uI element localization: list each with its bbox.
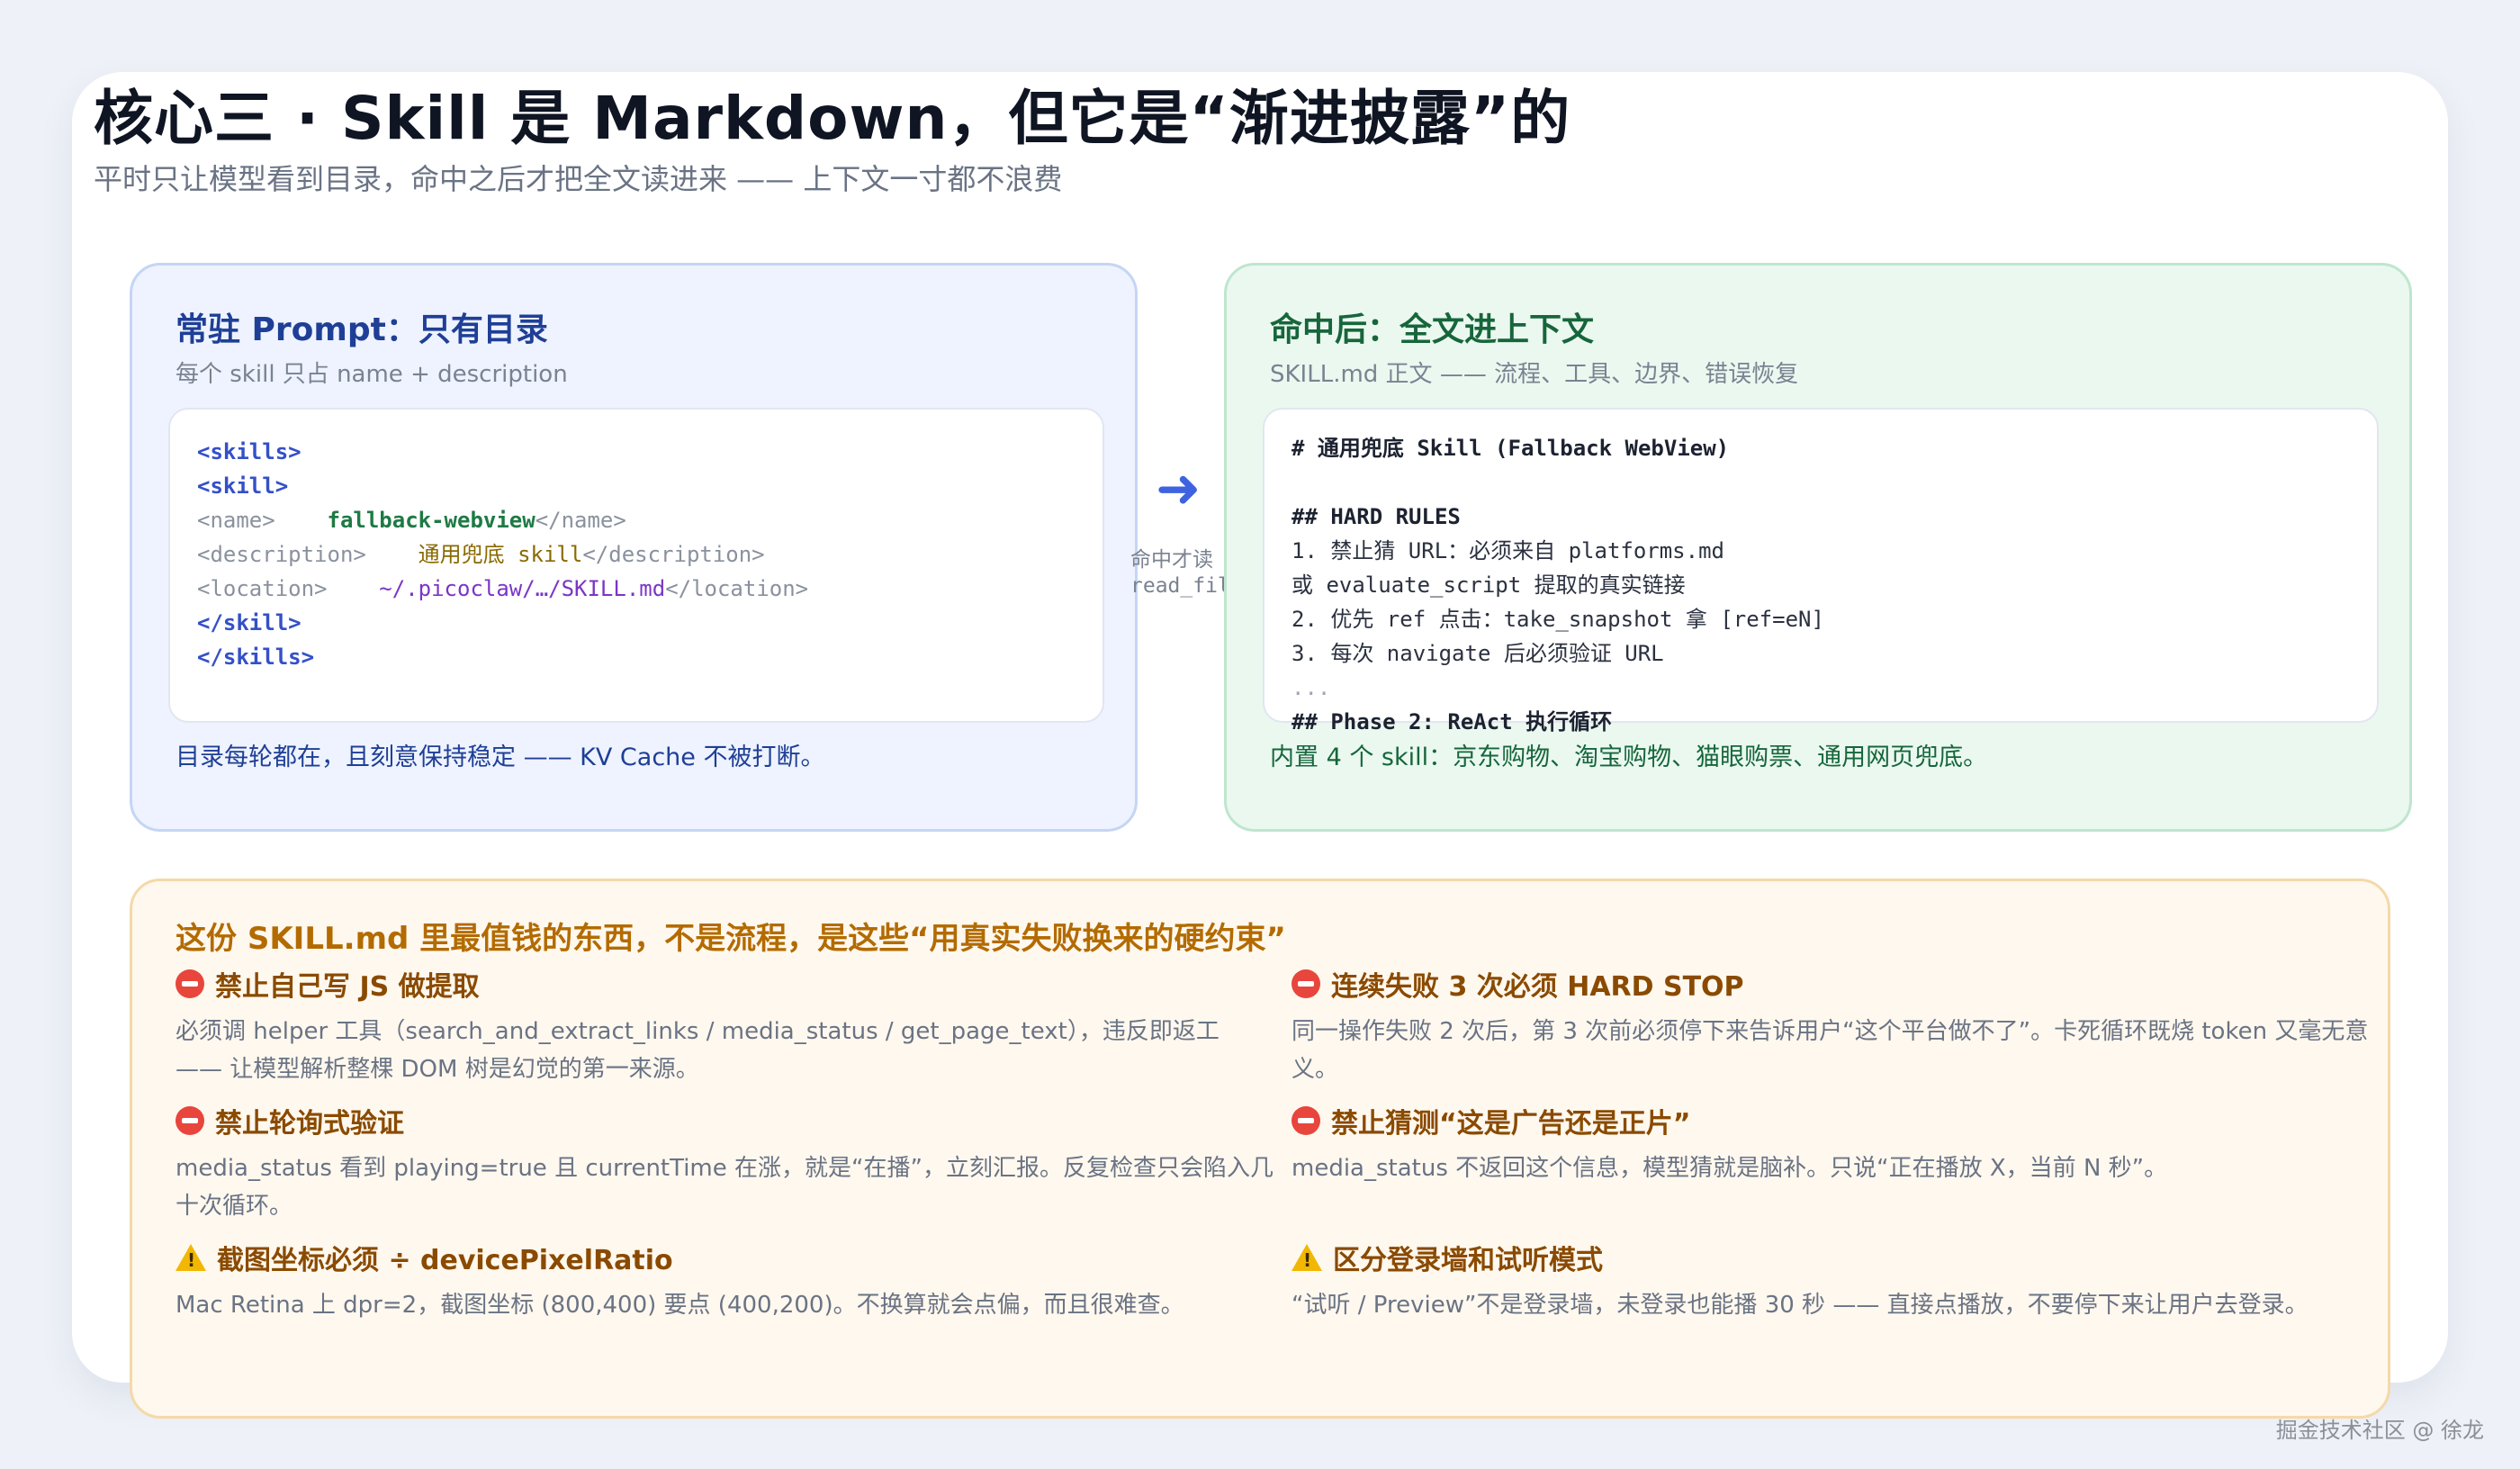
rule-item: 截图坐标必须 ÷ devicePixelRatio Mac Retina 上 d…	[176, 1238, 1274, 1324]
page-title: 核心三 · Skill 是 Markdown，但它是“渐进披露”的	[94, 84, 1571, 153]
code-line: ## HARD RULES	[1292, 504, 1461, 529]
code-line: 2. 优先 ref 点击：take_snapshot 拿 [ref=eN]	[1292, 607, 1824, 632]
code-line: # 通用兜底 Skill (Fallback WebView)	[1292, 436, 1730, 461]
resident-prompt-panel: 常驻 Prompt：只有目录 每个 skill 只占 name + descri…	[130, 263, 1138, 832]
hard-constraints-panel: 这份 SKILL.md 里最值钱的东西，不是流程，是这些“用真实失败换来的硬约束…	[130, 879, 2390, 1419]
stop-icon	[1292, 1106, 1320, 1135]
rule-title: 连续失败 3 次必须 HARD STOP	[1331, 971, 1744, 1003]
arrow-caption-line1: 命中才读	[1130, 548, 1213, 572]
code-line: ## Phase 2: ReAct 执行循环	[1292, 709, 1613, 734]
rule-title: 截图坐标必须 ÷ devicePixelRatio	[217, 1245, 673, 1276]
rule-item: 禁止猜测“这是广告还是正片” media_status 不返回这个信息，模型猜就…	[1292, 1101, 2390, 1187]
arrow-caption-line2: read_file	[1130, 574, 1224, 598]
skill-md-code: # 通用兜底 Skill (Fallback WebView) ## HARD …	[1263, 408, 2379, 734]
code-line: 3. 每次 navigate 后必须验证 URL	[1292, 641, 1664, 666]
rule-item: 连续失败 3 次必须 HARD STOP 同一操作失败 2 次后，第 3 次前必…	[1292, 964, 2390, 1088]
skills-xml-code: <skills> <skill> <name> fallback-webview…	[168, 408, 1104, 723]
watermark: 掘金技术社区 @ 徐龙	[2275, 1418, 2484, 1443]
warning-icon	[1292, 1244, 1322, 1271]
rule-title: 禁止猜测“这是广告还是正片”	[1331, 1108, 1691, 1140]
panel-note: 目录每轮都在，且刻意保持稳定 —— KV Cache 不被打断。	[176, 744, 825, 771]
rule-item: 区分登录墙和试听模式 “试听 / Preview”不是登录墙，未登录也能播 30…	[1292, 1238, 2390, 1324]
code-line: </skills>	[197, 644, 315, 670]
panel-title: 这份 SKILL.md 里最值钱的东西，不是流程，是这些“用真实失败换来的硬约束…	[176, 921, 1286, 957]
rule-title: 区分登录墙和试听模式	[1333, 1245, 1603, 1276]
panel-note: 内置 4 个 skill：京东购物、淘宝购物、猫眼购票、通用网页兜底。	[1270, 744, 1988, 771]
stop-icon	[176, 969, 204, 998]
code-line: </skill>	[197, 610, 302, 635]
panel-title: 常驻 Prompt：只有目录	[176, 311, 548, 348]
code-line: 或 evaluate_script 提取的真实链接	[1292, 572, 1686, 598]
rule-body: media_status 不返回这个信息，模型猜就是脑补。只说“正在播放 X，当…	[1292, 1155, 2168, 1182]
rule-item: 禁止自己写 JS 做提取 必须调 helper 工具（search_and_ex…	[176, 964, 1274, 1088]
panel-title: 命中后：全文进上下文	[1270, 311, 1595, 348]
panel-subtitle: 每个 skill 只占 name + description	[176, 361, 568, 388]
arrow-right-icon: ➜	[1156, 457, 1202, 520]
rule-title: 禁止自己写 JS 做提取	[215, 971, 480, 1003]
rule-body: Mac Retina 上 dpr=2，截图坐标 (800,400) 要点 (40…	[176, 1292, 1184, 1319]
panel-subtitle: SKILL.md 正文 —— 流程、工具、边界、错误恢复	[1270, 361, 1799, 388]
page-subtitle: 平时只让模型看到目录，命中之后才把全文读进来 —— 上下文一寸都不浪费	[94, 162, 1063, 196]
code-line: 1. 禁止猜 URL：必须来自 platforms.md	[1292, 538, 1724, 563]
full-context-panel: 命中后：全文进上下文 SKILL.md 正文 —— 流程、工具、边界、错误恢复 …	[1224, 263, 2412, 832]
code-line: <skill>	[197, 473, 289, 499]
warning-icon	[176, 1244, 206, 1271]
rule-item: 禁止轮询式验证 media_status 看到 playing=true 且 c…	[176, 1101, 1274, 1225]
rule-title: 禁止轮询式验证	[215, 1108, 404, 1140]
rule-body: “试听 / Preview”不是登录墙，未登录也能播 30 秒 —— 直接点播放…	[1292, 1292, 2308, 1319]
code-line: <description> 通用兜底 skill</description>	[197, 542, 765, 567]
code-line: <name> fallback-webview</name>	[197, 508, 626, 533]
rule-body: media_status 看到 playing=true 且 currentTi…	[176, 1155, 1274, 1220]
stop-icon	[1292, 969, 1320, 998]
code-line: <location> ~/.picoclaw/…/SKILL.md</locat…	[197, 576, 809, 601]
rule-body: 必须调 helper 工具（search_and_extract_links /…	[176, 1018, 1220, 1083]
code-line: <skills>	[197, 439, 302, 464]
rule-body: 同一操作失败 2 次后，第 3 次前必须停下来告诉用户“这个平台做不了”。卡死循…	[1292, 1018, 2369, 1083]
stop-icon	[176, 1106, 204, 1135]
code-line: ...	[1292, 675, 1331, 700]
